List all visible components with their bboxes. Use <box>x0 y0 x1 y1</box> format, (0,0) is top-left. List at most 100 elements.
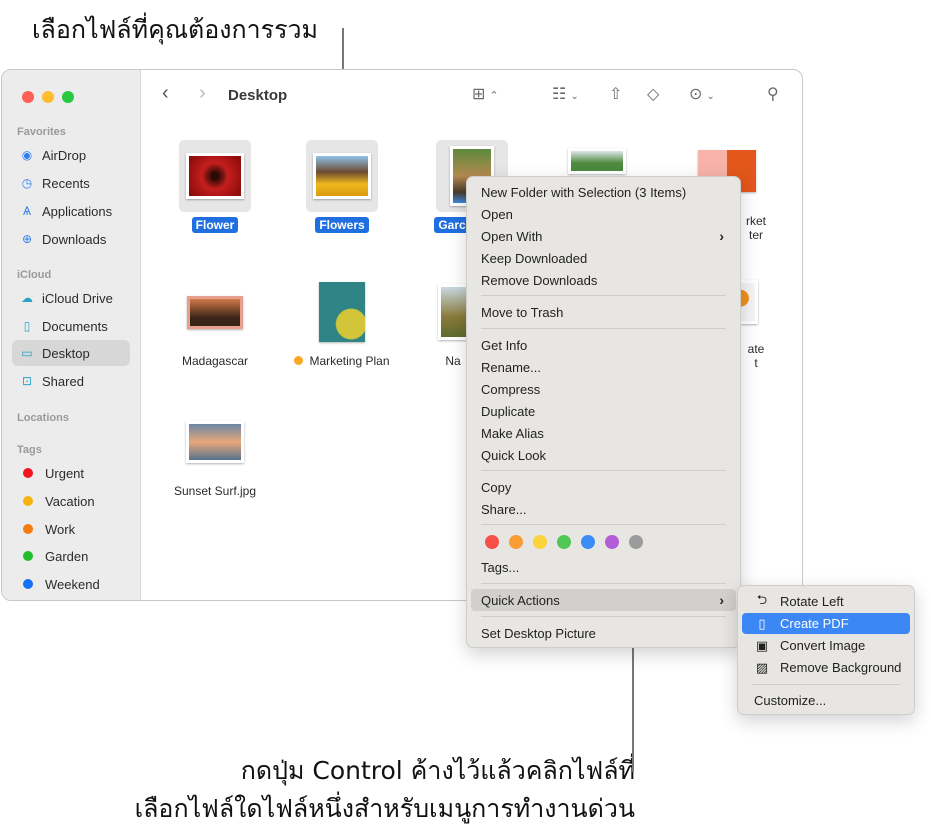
menu-item-move-to-trash[interactable]: Move to Trash <box>471 301 736 323</box>
sidebar-item-shared[interactable]: ⊡ Shared <box>12 368 130 394</box>
sidebar-item-label: Garden <box>45 548 89 564</box>
menu-item-open-with[interactable]: Open With › <box>471 225 736 247</box>
close-button[interactable] <box>22 91 34 103</box>
minimize-button[interactable] <box>42 91 54 103</box>
menu-item-duplicate[interactable]: Duplicate <box>471 400 736 422</box>
cloud-icon: ☁ <box>21 291 33 305</box>
menu-separator <box>481 583 726 584</box>
file-name: Flower <box>191 217 239 233</box>
submenu-item-label: Remove Background <box>780 660 902 675</box>
tag-color-gray[interactable] <box>629 535 643 549</box>
menu-item-share[interactable]: Share... <box>471 498 736 520</box>
sidebar-section-tags: Tags <box>17 444 42 456</box>
menu-item-tags[interactable]: Tags... <box>471 556 736 578</box>
forward-button[interactable]: › <box>199 82 206 105</box>
menu-separator <box>481 295 726 296</box>
submenu-item-label: Convert Image <box>780 638 866 653</box>
submenu-item-rotate-left[interactable]: ⮌ Rotate Left <box>742 591 910 612</box>
menu-item-label: Open With <box>481 228 543 244</box>
sidebar-section-icloud: iCloud <box>17 269 52 281</box>
sidebar-item-label: Recents <box>42 175 90 191</box>
file-name: Garc <box>434 217 470 233</box>
search-button[interactable]: ⚲ <box>767 84 779 104</box>
marketing-plan-thumbnail <box>319 282 365 342</box>
tag-color-purple[interactable] <box>605 535 619 549</box>
file-name-text: Marketing Plan <box>309 354 390 368</box>
desktop-icon: ▭ <box>21 346 33 360</box>
flower-thumbnail <box>186 153 244 199</box>
submenu-item-convert-image[interactable]: ▣ Convert Image <box>742 635 910 656</box>
quick-actions-submenu: ⮌ Rotate Left ▯ Create PDF ▣ Convert Image … <box>737 585 915 715</box>
tag-icon: ◇ <box>647 86 660 103</box>
file-marketing-plan[interactable]: Marketing Plan <box>287 276 397 369</box>
tag-color-red[interactable] <box>485 535 499 549</box>
file-flower[interactable]: Flower <box>160 140 270 233</box>
menu-item-quick-actions[interactable]: Quick Actions › <box>471 589 736 611</box>
submenu-item-create-pdf[interactable]: ▯ Create PDF <box>742 613 910 634</box>
menu-item-new-folder-with-selection[interactable]: New Folder with Selection (3 Items) <box>471 181 736 203</box>
menu-item-compress[interactable]: Compress <box>471 378 736 400</box>
sidebar-item-desktop[interactable]: ▭ Desktop <box>12 340 130 366</box>
callout-line-2: เลือกไฟล์ใดไฟล์หนึ่งสำหรับเมนูการทำงานด่… <box>134 794 635 823</box>
submenu-item-remove-background[interactable]: ▨ Remove Background <box>742 657 910 678</box>
pdf-document-icon: ▯ <box>758 615 766 631</box>
menu-item-set-desktop-picture[interactable]: Set Desktop Picture <box>471 622 736 644</box>
sidebar-item-applications[interactable]: Ѧ Applications <box>12 198 130 224</box>
file-flowers[interactable]: Flowers <box>287 140 397 233</box>
menu-item-rename[interactable]: Rename... <box>471 356 736 378</box>
window-title: Desktop <box>228 87 288 104</box>
tag-dot-icon <box>23 524 33 534</box>
submenu-item-customize[interactable]: Customize... <box>742 690 910 711</box>
menu-item-make-alias[interactable]: Make Alias <box>471 422 736 444</box>
sidebar-item-label: Weekend <box>45 576 100 592</box>
sidebar-item-label: Vacation <box>45 493 95 509</box>
menu-separator <box>481 470 726 471</box>
file-sunset-surf[interactable]: Sunset Surf.jpg <box>160 406 270 499</box>
sidebar-item-label: Desktop <box>42 345 90 361</box>
share-button[interactable]: ⇧ <box>609 84 622 104</box>
sidebar-tag-garden[interactable]: Garden <box>12 543 130 569</box>
tag-color-yellow[interactable] <box>533 535 547 549</box>
callout-select-files: เลือกไฟล์ที่คุณต้องการรวม <box>32 15 319 44</box>
download-icon: ⊕ <box>21 232 33 246</box>
sidebar-item-icloud-drive[interactable]: ☁ iCloud Drive <box>12 285 130 311</box>
zoom-button[interactable] <box>62 91 74 103</box>
document-icon: ▯ <box>23 319 31 333</box>
sidebar-tag-vacation[interactable]: Vacation <box>12 488 130 514</box>
menu-separator <box>481 524 726 525</box>
menu-item-quick-look[interactable]: Quick Look <box>471 444 736 466</box>
sidebar-tag-weekend[interactable]: Weekend <box>12 571 130 597</box>
sidebar-item-recents[interactable]: ◷ Recents <box>12 170 130 196</box>
menu-item-keep-downloaded[interactable]: Keep Downloaded <box>471 247 736 269</box>
tag-color-blue[interactable] <box>581 535 595 549</box>
file-name: Flowers <box>315 217 369 233</box>
more-button[interactable]: ⊙ ⌄ <box>689 84 715 104</box>
view-mode-button[interactable]: ⊞ ⌃ <box>472 84 499 104</box>
share-icon: ⇧ <box>609 86 623 103</box>
submenu-item-label: Rotate Left <box>780 594 844 609</box>
tag-button[interactable]: ◇ <box>647 84 659 104</box>
file-madagascar[interactable]: Madagascar <box>160 276 270 369</box>
file-name: Madagascar <box>181 354 249 368</box>
convert-image-icon: ▣ <box>755 637 769 653</box>
sidebar-item-downloads[interactable]: ⊕ Downloads <box>12 226 130 252</box>
callout-line-1: กดปุ่ม Control ค้างไว้แล้วคลิกไฟล์ที่ <box>240 756 635 785</box>
sidebar-item-airdrop[interactable]: ◉ AirDrop <box>12 142 130 168</box>
remove-background-icon: ▨ <box>755 659 769 675</box>
tag-color-green[interactable] <box>557 535 571 549</box>
menu-item-remove-downloads[interactable]: Remove Downloads <box>471 269 736 291</box>
menu-item-open[interactable]: Open <box>471 203 736 225</box>
file-partial-photo[interactable] <box>542 148 652 174</box>
sidebar-tag-work[interactable]: Work <box>12 516 130 542</box>
menu-item-copy[interactable]: Copy <box>471 476 736 498</box>
file-thumbnail-frame <box>179 406 251 478</box>
menu-item-get-info[interactable]: Get Info <box>471 334 736 356</box>
sidebar-tag-urgent[interactable]: Urgent <box>12 460 130 486</box>
tag-color-orange[interactable] <box>509 535 523 549</box>
sidebar-item-documents[interactable]: ▯ Documents <box>12 313 130 339</box>
group-button[interactable]: ☷ ⌄ <box>552 84 579 104</box>
tag-dot-icon <box>23 468 33 478</box>
callout-control-click: กดปุ่ม Control ค้างไว้แล้วคลิกไฟล์ที่ เล… <box>135 752 635 828</box>
sidebar-item-label: Applications <box>42 203 113 219</box>
back-button[interactable]: ‹ <box>162 82 169 105</box>
